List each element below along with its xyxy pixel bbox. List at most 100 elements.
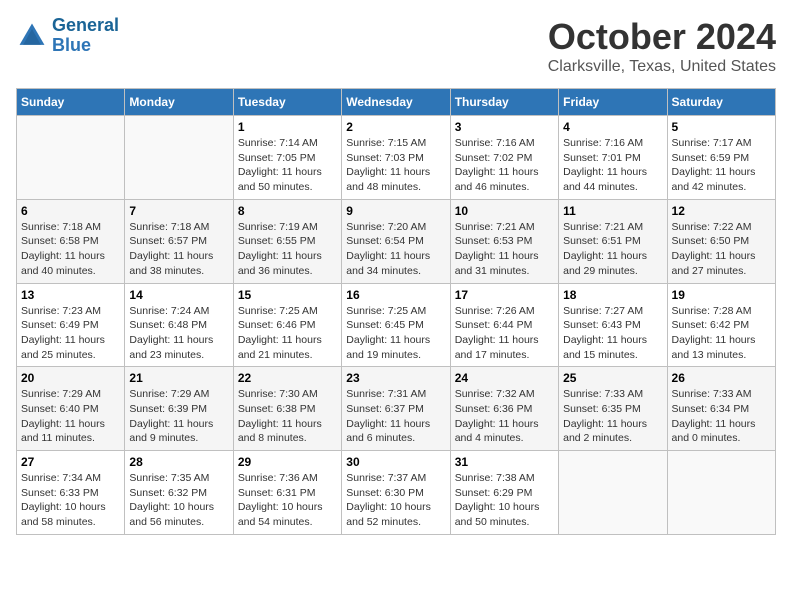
day-number: 20 <box>21 371 120 385</box>
calendar-cell: 30 Sunrise: 7:37 AM Sunset: 6:30 PM Dayli… <box>342 451 450 535</box>
calendar-cell: 2Sunrise: 7:15 AM Sunset: 7:03 PM Daylig… <box>342 116 450 200</box>
day-number: 5 <box>672 120 771 134</box>
day-info: Sunrise: 7:21 AM Sunset: 6:53 PM Dayligh… <box>455 220 554 279</box>
day-number: 9 <box>346 204 445 218</box>
calendar-cell <box>125 116 233 200</box>
week-row-2: 6 Sunrise: 7:18 AM Sunset: 6:58 PM Daylig… <box>17 199 776 283</box>
calendar-cell: 14 Sunrise: 7:24 AM Sunset: 6:48 PM Dayli… <box>125 283 233 367</box>
logo: General Blue <box>16 16 119 56</box>
day-info: Sunrise: 7:26 AM Sunset: 6:44 PM Dayligh… <box>455 304 554 363</box>
calendar-cell: 21 Sunrise: 7:29 AM Sunset: 6:39 PM Dayli… <box>125 367 233 451</box>
day-info: Sunrise: 7:24 AM Sunset: 6:48 PM Dayligh… <box>129 304 228 363</box>
day-number: 14 <box>129 288 228 302</box>
day-info: Sunrise: 7:33 AM Sunset: 6:35 PM Dayligh… <box>563 387 662 446</box>
logo-text: General Blue <box>52 16 119 56</box>
day-header-friday: Friday <box>559 89 667 116</box>
location-title: Clarksville, Texas, United States <box>548 58 776 76</box>
calendar-cell: 10 Sunrise: 7:21 AM Sunset: 6:53 PM Dayli… <box>450 199 558 283</box>
day-info: Sunrise: 7:33 AM Sunset: 6:34 PM Dayligh… <box>672 387 771 446</box>
calendar-cell: 24Sunrise: 7:32 AM Sunset: 6:36 PM Dayli… <box>450 367 558 451</box>
calendar-header-row: SundayMondayTuesdayWednesdayThursdayFrid… <box>17 89 776 116</box>
day-info: Sunrise: 7:15 AM Sunset: 7:03 PM Dayligh… <box>346 136 445 195</box>
calendar-cell: 15Sunrise: 7:25 AM Sunset: 6:46 PM Dayli… <box>233 283 341 367</box>
day-info: Sunrise: 7:28 AM Sunset: 6:42 PM Dayligh… <box>672 304 771 363</box>
day-info: Sunrise: 7:25 AM Sunset: 6:45 PM Dayligh… <box>346 304 445 363</box>
calendar-cell: 16 Sunrise: 7:25 AM Sunset: 6:45 PM Dayli… <box>342 283 450 367</box>
day-number: 29 <box>238 455 337 469</box>
calendar-cell: 1 Sunrise: 7:14 AM Sunset: 7:05 PM Daylig… <box>233 116 341 200</box>
calendar-cell: 20 Sunrise: 7:29 AM Sunset: 6:40 PM Dayli… <box>17 367 125 451</box>
day-info: Sunrise: 7:20 AM Sunset: 6:54 PM Dayligh… <box>346 220 445 279</box>
day-number: 7 <box>129 204 228 218</box>
day-info: Sunrise: 7:18 AM Sunset: 6:57 PM Dayligh… <box>129 220 228 279</box>
day-info: Sunrise: 7:34 AM Sunset: 6:33 PM Dayligh… <box>21 471 120 530</box>
title-area: October 2024 Clarksville, Texas, United … <box>548 16 776 76</box>
day-header-sunday: Sunday <box>17 89 125 116</box>
calendar-cell: 8 Sunrise: 7:19 AM Sunset: 6:55 PM Daylig… <box>233 199 341 283</box>
day-number: 28 <box>129 455 228 469</box>
calendar-cell: 18Sunrise: 7:27 AM Sunset: 6:43 PM Dayli… <box>559 283 667 367</box>
day-info: Sunrise: 7:16 AM Sunset: 7:01 PM Dayligh… <box>563 136 662 195</box>
calendar-body: 1 Sunrise: 7:14 AM Sunset: 7:05 PM Daylig… <box>17 116 776 535</box>
day-info: Sunrise: 7:29 AM Sunset: 6:39 PM Dayligh… <box>129 387 228 446</box>
day-number: 21 <box>129 371 228 385</box>
calendar-cell: 27 Sunrise: 7:34 AM Sunset: 6:33 PM Dayli… <box>17 451 125 535</box>
logo-icon <box>16 20 48 52</box>
day-info: Sunrise: 7:29 AM Sunset: 6:40 PM Dayligh… <box>21 387 120 446</box>
day-header-tuesday: Tuesday <box>233 89 341 116</box>
day-number: 22 <box>238 371 337 385</box>
day-info: Sunrise: 7:18 AM Sunset: 6:58 PM Dayligh… <box>21 220 120 279</box>
day-info: Sunrise: 7:36 AM Sunset: 6:31 PM Dayligh… <box>238 471 337 530</box>
calendar-cell: 23Sunrise: 7:31 AM Sunset: 6:37 PM Dayli… <box>342 367 450 451</box>
day-header-wednesday: Wednesday <box>342 89 450 116</box>
calendar-cell: 22Sunrise: 7:30 AM Sunset: 6:38 PM Dayli… <box>233 367 341 451</box>
calendar-cell: 28Sunrise: 7:35 AM Sunset: 6:32 PM Dayli… <box>125 451 233 535</box>
week-row-1: 1 Sunrise: 7:14 AM Sunset: 7:05 PM Daylig… <box>17 116 776 200</box>
day-number: 26 <box>672 371 771 385</box>
calendar-cell: 19 Sunrise: 7:28 AM Sunset: 6:42 PM Dayli… <box>667 283 775 367</box>
day-info: Sunrise: 7:16 AM Sunset: 7:02 PM Dayligh… <box>455 136 554 195</box>
calendar-table: SundayMondayTuesdayWednesdayThursdayFrid… <box>16 88 776 535</box>
day-number: 12 <box>672 204 771 218</box>
day-header-monday: Monday <box>125 89 233 116</box>
day-number: 27 <box>21 455 120 469</box>
day-number: 3 <box>455 120 554 134</box>
calendar-cell: 9 Sunrise: 7:20 AM Sunset: 6:54 PM Daylig… <box>342 199 450 283</box>
calendar-cell: 12 Sunrise: 7:22 AM Sunset: 6:50 PM Dayli… <box>667 199 775 283</box>
day-number: 25 <box>563 371 662 385</box>
calendar-cell: 29 Sunrise: 7:36 AM Sunset: 6:31 PM Dayli… <box>233 451 341 535</box>
calendar-cell: 3 Sunrise: 7:16 AM Sunset: 7:02 PM Daylig… <box>450 116 558 200</box>
calendar-cell: 4Sunrise: 7:16 AM Sunset: 7:01 PM Daylig… <box>559 116 667 200</box>
day-number: 6 <box>21 204 120 218</box>
day-header-saturday: Saturday <box>667 89 775 116</box>
day-info: Sunrise: 7:37 AM Sunset: 6:30 PM Dayligh… <box>346 471 445 530</box>
day-number: 8 <box>238 204 337 218</box>
calendar-cell <box>559 451 667 535</box>
week-row-4: 20 Sunrise: 7:29 AM Sunset: 6:40 PM Dayli… <box>17 367 776 451</box>
day-number: 17 <box>455 288 554 302</box>
calendar-cell: 11Sunrise: 7:21 AM Sunset: 6:51 PM Dayli… <box>559 199 667 283</box>
day-number: 18 <box>563 288 662 302</box>
day-info: Sunrise: 7:31 AM Sunset: 6:37 PM Dayligh… <box>346 387 445 446</box>
day-number: 30 <box>346 455 445 469</box>
day-number: 31 <box>455 455 554 469</box>
day-number: 1 <box>238 120 337 134</box>
calendar-cell: 17 Sunrise: 7:26 AM Sunset: 6:44 PM Dayli… <box>450 283 558 367</box>
day-info: Sunrise: 7:14 AM Sunset: 7:05 PM Dayligh… <box>238 136 337 195</box>
week-row-5: 27 Sunrise: 7:34 AM Sunset: 6:33 PM Dayli… <box>17 451 776 535</box>
day-number: 10 <box>455 204 554 218</box>
header: General Blue October 2024 Clarksville, T… <box>16 16 776 76</box>
day-header-thursday: Thursday <box>450 89 558 116</box>
calendar-cell: 7 Sunrise: 7:18 AM Sunset: 6:57 PM Daylig… <box>125 199 233 283</box>
calendar-cell: 5Sunrise: 7:17 AM Sunset: 6:59 PM Daylig… <box>667 116 775 200</box>
day-info: Sunrise: 7:23 AM Sunset: 6:49 PM Dayligh… <box>21 304 120 363</box>
day-info: Sunrise: 7:38 AM Sunset: 6:29 PM Dayligh… <box>455 471 554 530</box>
week-row-3: 13Sunrise: 7:23 AM Sunset: 6:49 PM Dayli… <box>17 283 776 367</box>
day-number: 19 <box>672 288 771 302</box>
day-number: 16 <box>346 288 445 302</box>
calendar-cell: 25 Sunrise: 7:33 AM Sunset: 6:35 PM Dayli… <box>559 367 667 451</box>
day-number: 11 <box>563 204 662 218</box>
day-info: Sunrise: 7:19 AM Sunset: 6:55 PM Dayligh… <box>238 220 337 279</box>
day-info: Sunrise: 7:25 AM Sunset: 6:46 PM Dayligh… <box>238 304 337 363</box>
day-info: Sunrise: 7:22 AM Sunset: 6:50 PM Dayligh… <box>672 220 771 279</box>
